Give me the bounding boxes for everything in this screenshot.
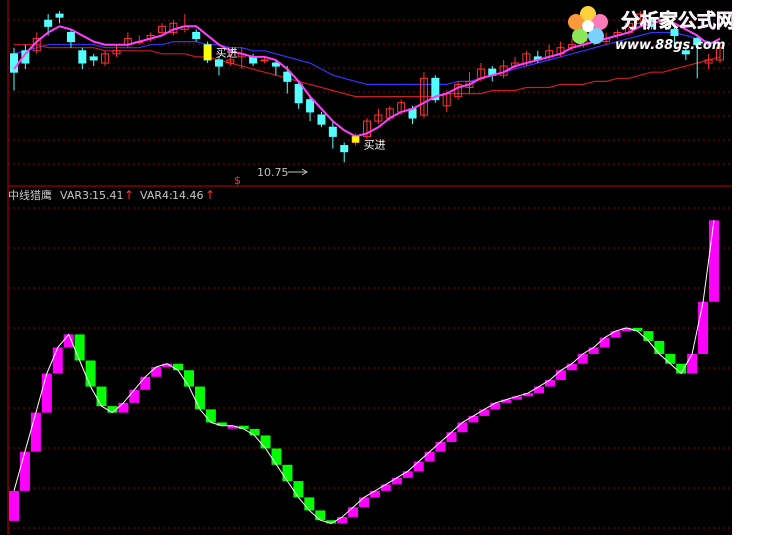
candle-down	[192, 31, 201, 40]
indicator-bar-down	[249, 428, 260, 436]
indicator-bar-up	[63, 334, 74, 348]
low-price-label: 10.75	[257, 166, 289, 179]
indicator-bar-up	[151, 367, 162, 377]
var4-label: VAR4:	[140, 189, 173, 202]
indicator-bar-up	[468, 415, 479, 423]
indicator-bar-down	[282, 464, 293, 482]
var4-up-arrow-icon: ↑	[205, 188, 215, 202]
indicator-bar-down	[74, 334, 85, 361]
indicator-bar-up	[30, 412, 41, 452]
var3-label: VAR3:	[60, 189, 93, 202]
indicator-bar-up	[435, 441, 446, 452]
candle-down	[44, 19, 53, 27]
indicator-bar-up	[380, 484, 391, 491]
indicator-bar-up	[369, 490, 380, 498]
candle-down	[271, 62, 280, 67]
candle-down	[55, 13, 64, 18]
indicator-bar-up	[9, 490, 19, 521]
var3-up-arrow-icon: ↑	[124, 188, 134, 202]
indicator-bar-up	[490, 402, 501, 410]
indicator-bar-up	[588, 347, 599, 354]
candle-down	[78, 50, 87, 64]
candle-up	[260, 59, 269, 62]
candle-down	[328, 126, 337, 137]
candle-down	[306, 99, 315, 113]
indicator-bar-up	[413, 461, 424, 472]
indicator-bar-down	[205, 409, 216, 423]
indicator-bar-down	[271, 448, 282, 465]
indicator-bar-up	[457, 422, 468, 433]
indicator-bar-down	[260, 435, 271, 449]
watermark-title: 分析家公式网	[621, 9, 735, 32]
candle-down	[317, 114, 326, 125]
indicator-bar-up	[129, 389, 140, 403]
buy-marker	[352, 136, 360, 143]
indicator-bar-up	[709, 220, 719, 302]
indicator-bar-up	[610, 331, 621, 338]
indicator-bar-up	[555, 370, 566, 381]
candle-down	[294, 83, 303, 104]
indicator-bar-up	[19, 451, 30, 491]
indicator-bar-up	[402, 471, 413, 478]
indicator-bar-down	[293, 481, 304, 498]
indicator-bar-up	[140, 376, 151, 390]
right-margin	[732, 0, 764, 553]
indicator-bar-up	[698, 301, 709, 354]
buy-marker	[204, 44, 212, 60]
indicator-bar-up	[359, 497, 369, 508]
indicator-bar-up	[446, 432, 457, 442]
indicator-name: 中线猎鹰	[8, 188, 52, 202]
candle-down	[340, 145, 349, 153]
indicator-bar-down	[304, 497, 315, 511]
indicator-bar-up	[512, 396, 523, 400]
indicator-bar-up	[577, 353, 588, 364]
indicator-bar-up	[337, 516, 348, 524]
indicator-bar-down	[654, 340, 665, 354]
chart-background	[0, 0, 732, 535]
indicator-bar-down	[96, 386, 107, 407]
indicator-bar-up	[41, 373, 52, 413]
indicator-bar-up	[566, 363, 577, 371]
indicator-bar-down	[173, 363, 184, 371]
candle-down	[89, 56, 98, 61]
indicator-bar-up	[534, 386, 544, 394]
buy-label: 买进	[364, 138, 386, 151]
watermark-url: www.88gs.com	[615, 38, 725, 53]
stock-chart: 买进买进 10.75 $ 中线猎鹰 VAR3: 15.41 ↑ VAR4: 14…	[0, 0, 764, 553]
indicator-bar-up	[687, 353, 698, 374]
candle-down	[66, 31, 75, 43]
indicator-bar-up	[52, 347, 63, 374]
indicator-bar-up	[424, 451, 435, 462]
indicator-bar-down	[194, 386, 205, 410]
var3-value: 15.41	[92, 189, 124, 202]
var4-value: 14.46	[172, 189, 204, 202]
candle-down	[10, 53, 18, 73]
candle-down	[283, 71, 292, 82]
dollar-marker: $	[234, 174, 241, 187]
indicator-bar-down	[184, 370, 194, 387]
indicator-bar-down	[85, 360, 96, 387]
indicator-bar-down	[643, 331, 654, 341]
indicator-bar-down	[665, 353, 676, 364]
indicator-bar-up	[479, 409, 490, 416]
indicator-bar-up	[348, 507, 359, 517]
indicator-bar-up	[599, 337, 610, 348]
buy-label: 买进	[216, 47, 238, 60]
indicator-bar-up	[391, 477, 402, 485]
indicator-bar-down	[676, 363, 687, 374]
bottom-margin	[0, 535, 764, 553]
indicator-bar-down	[315, 510, 326, 521]
indicator-bar-up	[118, 402, 129, 413]
indicator-bar-up	[544, 380, 555, 387]
candle-down	[214, 59, 223, 67]
